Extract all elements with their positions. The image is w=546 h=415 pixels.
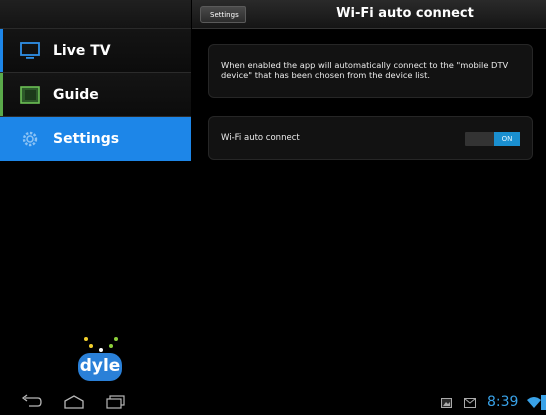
back-icon[interactable]	[20, 394, 42, 410]
nav-item-edge	[0, 29, 3, 72]
gear-icon	[22, 131, 38, 147]
sidebar: Live TV Guide Settings dyle	[0, 0, 191, 390]
title-bar: Settings Wi-Fi auto connect	[192, 0, 546, 29]
wifi-icon	[527, 397, 541, 408]
sidebar-header	[0, 0, 191, 29]
wifi-auto-connect-toggle[interactable]: ON	[465, 132, 520, 146]
dyle-logo: dyle	[78, 335, 124, 383]
toggle-on-label: ON	[494, 132, 520, 146]
logo-text: dyle	[78, 353, 122, 381]
sidebar-item-label: Settings	[53, 131, 120, 147]
home-icon[interactable]	[63, 394, 85, 410]
tv-icon	[20, 42, 40, 59]
signal-dots-icon	[84, 337, 118, 352]
page-title: Wi-Fi auto connect	[336, 6, 474, 21]
main-panel: Settings Wi-Fi auto connect When enabled…	[192, 0, 546, 390]
sidebar-item-guide[interactable]: Guide	[0, 73, 191, 117]
settings-back-button[interactable]: Settings	[200, 6, 246, 23]
setting-label: Wi-Fi auto connect	[221, 133, 300, 143]
sidebar-item-label: Guide	[53, 87, 99, 103]
wifi-auto-connect-row[interactable]: Wi-Fi auto connect ON	[208, 116, 533, 160]
recent-apps-icon[interactable]	[105, 394, 127, 410]
description-text: When enabled the app will automatically …	[221, 60, 509, 80]
description-card: When enabled the app will automatically …	[208, 44, 533, 98]
clock: 8:39	[487, 394, 519, 410]
sidebar-item-label: Live TV	[53, 43, 111, 59]
mail-notification-icon	[464, 398, 476, 408]
battery-icon	[541, 395, 546, 410]
nav-item-edge	[0, 73, 3, 116]
system-nav-bar: 8:39	[0, 390, 546, 415]
sidebar-item-settings[interactable]: Settings	[0, 117, 191, 161]
guide-icon	[20, 86, 40, 104]
sidebar-item-live-tv[interactable]: Live TV	[0, 29, 191, 73]
gallery-notification-icon	[441, 398, 452, 408]
